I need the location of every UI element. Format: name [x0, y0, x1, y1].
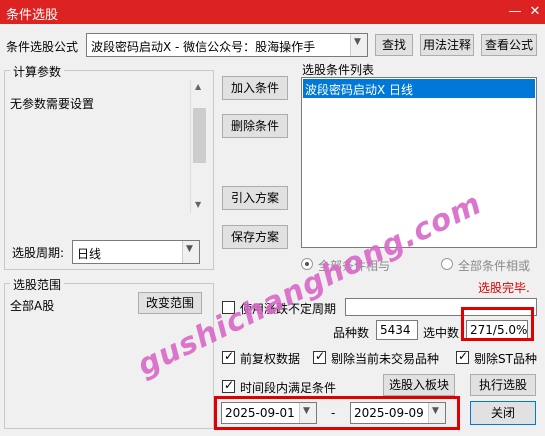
select-into-block-button[interactable]: 选股入板块	[383, 374, 455, 396]
range-value: 全部A股	[10, 299, 55, 313]
period-select[interactable]: 日线	[72, 240, 200, 264]
end-date-value: 2025-09-09	[354, 406, 424, 420]
or-radio[interactable]	[441, 258, 453, 270]
add-condition-button[interactable]: 加入条件	[222, 76, 288, 100]
usage-button[interactable]: 用法注释	[420, 34, 474, 56]
selected-label: 选中数	[423, 326, 460, 340]
chevron-down-icon[interactable]	[428, 403, 445, 423]
count-value: 5434	[380, 323, 411, 337]
condition-list-label: 选股条件列表	[302, 63, 375, 77]
exclude-st-label: 剔除ST品种	[474, 352, 537, 366]
find-button[interactable]: 查找	[375, 34, 413, 56]
highlight-box	[461, 307, 534, 341]
minimize-icon[interactable]: —	[505, 2, 525, 22]
exclude-untraded-label: 剔除当前未交易品种	[331, 352, 440, 366]
time-range-label: 时间段内满足条件	[240, 381, 337, 395]
list-item[interactable]: 波段密码启动X 日线	[303, 79, 535, 98]
save-plan-button[interactable]: 保存方案	[222, 225, 288, 249]
close-button[interactable]: 关闭	[470, 401, 536, 425]
range-legend: 选股范围	[10, 276, 65, 293]
formula-value: 波段密码启动X - 微信公众号：股海操作手	[91, 40, 316, 54]
params-scrollbar[interactable]: ▲ ▼	[190, 80, 207, 213]
end-date-picker[interactable]: 2025-09-09	[350, 402, 446, 424]
view-formula-button[interactable]: 查看公式	[481, 34, 537, 56]
list-item-label: 波段密码启动X 日线	[305, 83, 414, 97]
window-title: 条件选股	[6, 8, 59, 23]
scroll-up-icon[interactable]: ▲	[195, 82, 201, 91]
scrollbar-thumb[interactable]	[193, 108, 206, 163]
import-plan-button[interactable]: 引入方案	[222, 186, 288, 210]
time-range-checkbox[interactable]	[222, 378, 235, 393]
params-text: 无参数需要设置	[10, 97, 95, 111]
execute-button[interactable]: 执行选股	[470, 374, 536, 396]
exclude-st-checkbox[interactable]	[456, 349, 469, 364]
forward-adjust-label: 前复权数据	[240, 352, 301, 366]
chevron-down-icon[interactable]	[299, 403, 316, 423]
scroll-down-icon[interactable]: ▼	[195, 200, 201, 209]
count-label: 品种数	[333, 326, 370, 340]
chevron-down-icon[interactable]	[182, 241, 199, 263]
start-date-value: 2025-09-01	[225, 406, 295, 420]
close-icon[interactable]: ✕	[525, 2, 545, 22]
period-label: 选股周期:	[12, 246, 65, 260]
formula-label: 条件选股公式	[6, 40, 79, 54]
count-field: 5434	[376, 320, 418, 340]
period-value: 日线	[77, 247, 102, 261]
delete-condition-button[interactable]: 删除条件	[222, 114, 288, 138]
formula-select[interactable]: 波段密码启动X - 微信公众号：股海操作手	[86, 33, 368, 57]
date-separator: -	[331, 406, 336, 420]
exclude-untraded-checkbox[interactable]	[313, 349, 326, 364]
params-legend: 计算参数	[10, 63, 65, 80]
forward-adjust-checkbox[interactable]	[222, 349, 235, 364]
change-range-button[interactable]: 改变范围	[138, 292, 202, 314]
or-label: 全部条件相或	[458, 259, 531, 273]
title-bar: 条件选股 — ✕	[0, 0, 545, 24]
start-date-picker[interactable]: 2025-09-01	[221, 402, 317, 424]
status-text: 选股完毕.	[478, 281, 530, 295]
chevron-down-icon[interactable]	[350, 34, 367, 56]
